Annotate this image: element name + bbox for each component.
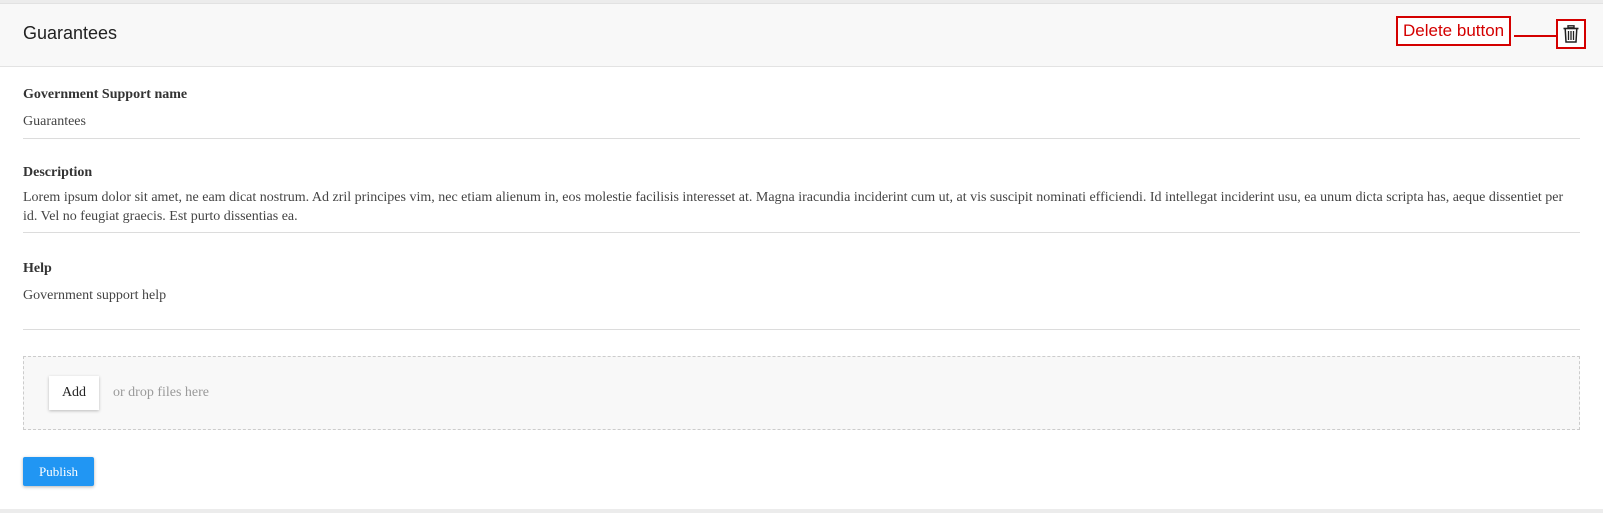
panel-title: Guarantees	[23, 23, 118, 43]
field-help: Help Government support help	[23, 260, 1580, 330]
publish-button[interactable]: Publish	[23, 457, 94, 486]
delete-button-annotation: Delete button	[1396, 16, 1512, 46]
field-description: Description Lorem ipsum dolor sit amet, …	[23, 164, 1580, 233]
trash-icon	[1563, 25, 1579, 43]
panel-header: Guarantees Delete button	[0, 4, 1603, 67]
field-government-support-name: Government Support name Guarantees	[23, 86, 1580, 139]
guarantee-panel: Guarantees Delete button Government Supp…	[0, 3, 1603, 509]
field-label: Government Support name	[23, 87, 188, 102]
drop-hint: or drop files here	[113, 385, 210, 400]
delete-button[interactable]	[1556, 19, 1586, 49]
field-value: Government support help	[23, 288, 167, 303]
field-label: Help	[23, 261, 52, 276]
field-value: Guarantees	[23, 114, 86, 129]
annotation-connector	[1514, 35, 1556, 37]
file-dropzone[interactable]: Add or drop files here	[23, 356, 1580, 430]
field-value: Lorem ipsum dolor sit amet, ne eam dicat…	[23, 190, 1564, 224]
add-file-button[interactable]: Add	[49, 376, 99, 410]
field-label: Description	[23, 165, 93, 180]
